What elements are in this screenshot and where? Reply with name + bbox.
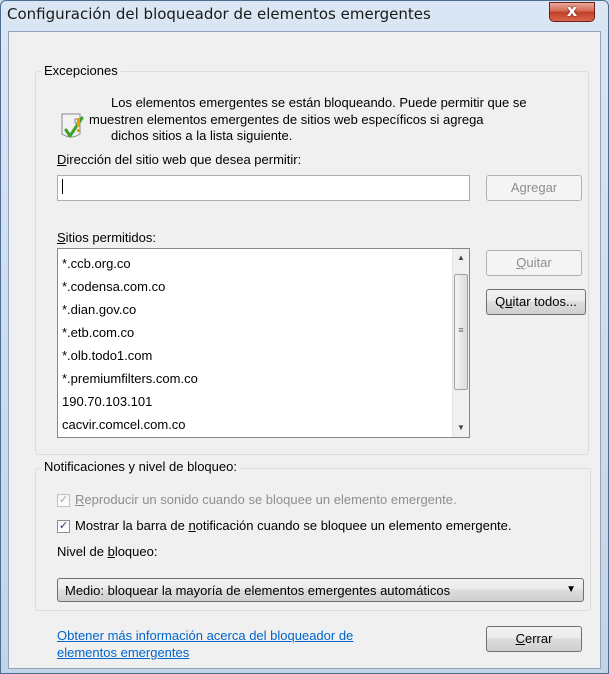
dialog-client-area: Excepciones Los elementos emergentes se … [8,31,601,669]
scroll-up-icon[interactable]: ▲ [453,250,469,266]
level-label-1: Nivel de [57,544,108,559]
blocking-level-label: Nivel de bloqueo: [57,544,157,559]
address-label: Dirección del sitio web que desea permit… [57,152,301,167]
popup-blocker-settings-window: Configuración del bloqueador de elemento… [0,0,609,674]
remove-button-accel: Q [516,255,527,270]
grip-icon: ≡ [458,325,464,335]
remove-button[interactable]: Quitar [486,250,582,276]
notifications-group-label: Notificaciones y nivel de bloqueo: [41,459,240,474]
title-bar[interactable]: Configuración del bloqueador de elemento… [1,1,608,31]
close-icon: x [566,1,578,20]
learn-more-link-line-2[interactable]: elementos emergentes [57,645,189,660]
allowed-sites-label-text: itios permitidos: [65,230,156,245]
list-item[interactable]: *.dian.gov.co [62,302,136,317]
notification-label-1: Mostrar la barra de [75,518,189,533]
sound-label-text: eproducir un sonido cuando se bloquee un… [84,492,457,507]
list-item[interactable]: 190.70.103.101 [62,394,152,409]
level-label-accel: b [107,544,115,559]
notification-label-accel: n [188,518,196,533]
exceptions-group-label: Excepciones [41,63,121,78]
scroll-thumb[interactable]: ≡ [454,274,468,390]
add-button[interactable]: Agregar [486,175,582,201]
address-label-accel: D [57,152,67,167]
allowed-sites-label-accel: S [57,230,66,245]
list-item[interactable]: *.etb.com.co [62,325,134,340]
sound-checkbox[interactable]: ✓ [57,494,70,507]
close-button-label: errar [524,631,553,646]
level-label-2: loqueo: [114,544,158,559]
close-window-button[interactable]: x [549,1,595,22]
remove-all-button[interactable]: Quitar todos... [486,289,586,315]
allowed-sites-list[interactable]: *.ccb.org.co *.codensa.com.co *.dian.gov… [57,248,470,438]
list-item[interactable]: *.olb.todo1.com [62,348,152,363]
learn-more-link-line-1[interactable]: Obtener más información acerca del bloqu… [57,628,353,643]
add-button-accel: g [538,180,546,195]
list-item[interactable]: *.codensa.com.co [62,279,165,294]
remove-all-accel: u [505,294,513,309]
sound-checkbox-label: Reproducir un sonido cuando se bloquee u… [75,492,457,507]
close-button-accel: C [515,631,525,646]
list-item[interactable]: cacvir.comcel.com.co [62,417,186,432]
allowed-sites-label: Sitios permitidos: [57,230,156,245]
shield-warning-icon [61,113,84,138]
website-address-input[interactable] [57,175,470,201]
info-text-line-2: muestren elementos emergentes de sitios … [89,112,484,127]
notification-bar-checkbox[interactable]: ✓ [57,520,70,533]
window-title: Configuración del bloqueador de elemento… [7,5,431,23]
notification-bar-label: Mostrar la barra de notificación cuando … [75,518,512,533]
list-item[interactable]: *.ccb.org.co [62,256,131,271]
chevron-down-icon: ▼ [566,584,576,595]
add-button-label-1: Agre [510,180,539,195]
blocking-level-value: Medio: bloquear la mayoría de elementos … [65,583,451,598]
close-button[interactable]: Cerrar [486,626,582,652]
add-button-label-2: ar [545,180,558,195]
scroll-down-icon[interactable]: ▼ [453,420,469,436]
blocking-level-select[interactable]: Medio: bloquear la mayoría de elementos … [57,578,584,602]
notification-label-2: otificación cuando se bloquee un element… [195,518,512,533]
info-text-line-3: dichos sitios a la lista siguiente. [111,128,293,143]
text-caret [62,179,63,194]
list-item[interactable]: *.premiumfilters.com.co [62,371,198,386]
list-scrollbar[interactable]: ▲ ≡ ▼ [452,249,469,437]
remove-all-label-1: Q [495,294,506,309]
address-label-text: irección del sitio web que desea permiti… [66,152,302,167]
sound-label-accel: R [75,492,85,507]
remove-button-label: uitar [526,255,552,270]
info-text-line-1: Los elementos emergentes se están bloque… [111,95,527,110]
remove-all-label-2: itar todos... [512,294,577,309]
